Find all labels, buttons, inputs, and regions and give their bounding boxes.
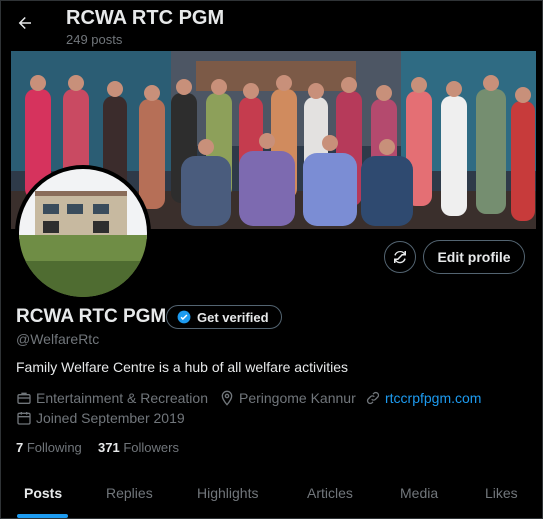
verified-badge-icon [177, 310, 191, 324]
followers-count: 371 [98, 440, 120, 455]
location-label: Peringome Kannur [239, 390, 356, 406]
tab-replies[interactable]: Replies [106, 485, 153, 501]
link-icon [366, 391, 380, 405]
website-link[interactable]: rtccrpfpgm.com [385, 390, 481, 406]
avatar[interactable] [15, 165, 151, 301]
tab-highlights[interactable]: Highlights [197, 485, 258, 501]
get-verified-label: Get verified [197, 309, 269, 325]
back-arrow-icon [18, 17, 31, 29]
joined-item: Joined September 2019 [16, 410, 185, 426]
profile-page: RCWA RTC PGM 249 posts Edit profile RCWA… [0, 0, 543, 519]
followers-link[interactable]: 371 Followers [98, 440, 179, 455]
joined-label: Joined September 2019 [36, 410, 185, 426]
profile-handle: @WelfareRtc [16, 331, 100, 347]
following-label: Following [26, 440, 82, 455]
profile-name: RCWA RTC PGM [16, 306, 167, 327]
header-title: RCWA RTC PGM [66, 7, 225, 29]
followers-label: Followers [123, 440, 179, 455]
briefcase-icon [17, 392, 31, 404]
calendar-icon [17, 412, 31, 425]
refresh-button[interactable] [384, 241, 416, 273]
category-item: Entertainment & Recreation [16, 390, 208, 406]
active-tab-indicator [17, 514, 68, 518]
back-button[interactable] [13, 11, 37, 35]
post-count: 249 posts [66, 32, 123, 47]
category-label: Entertainment & Recreation [36, 390, 208, 406]
tab-posts[interactable]: Posts [24, 485, 62, 501]
tab-media[interactable]: Media [400, 485, 438, 501]
tab-articles[interactable]: Articles [307, 485, 353, 501]
tab-likes[interactable]: Likes [485, 485, 518, 501]
following-link[interactable]: 7 Following [16, 440, 82, 455]
top-bar: RCWA RTC PGM 249 posts [1, 1, 542, 51]
following-count: 7 [16, 440, 24, 455]
location-item: Peringome Kannur [219, 390, 356, 406]
location-pin-icon [221, 390, 233, 406]
edit-profile-button[interactable]: Edit profile [423, 240, 525, 274]
profile-bio: Family Welfare Centre is a hub of all we… [16, 359, 348, 375]
refresh-icon [394, 250, 406, 264]
website-item: rtccrpfpgm.com [365, 390, 481, 406]
get-verified-button[interactable]: Get verified [166, 305, 282, 329]
avatar-photo [19, 169, 147, 297]
